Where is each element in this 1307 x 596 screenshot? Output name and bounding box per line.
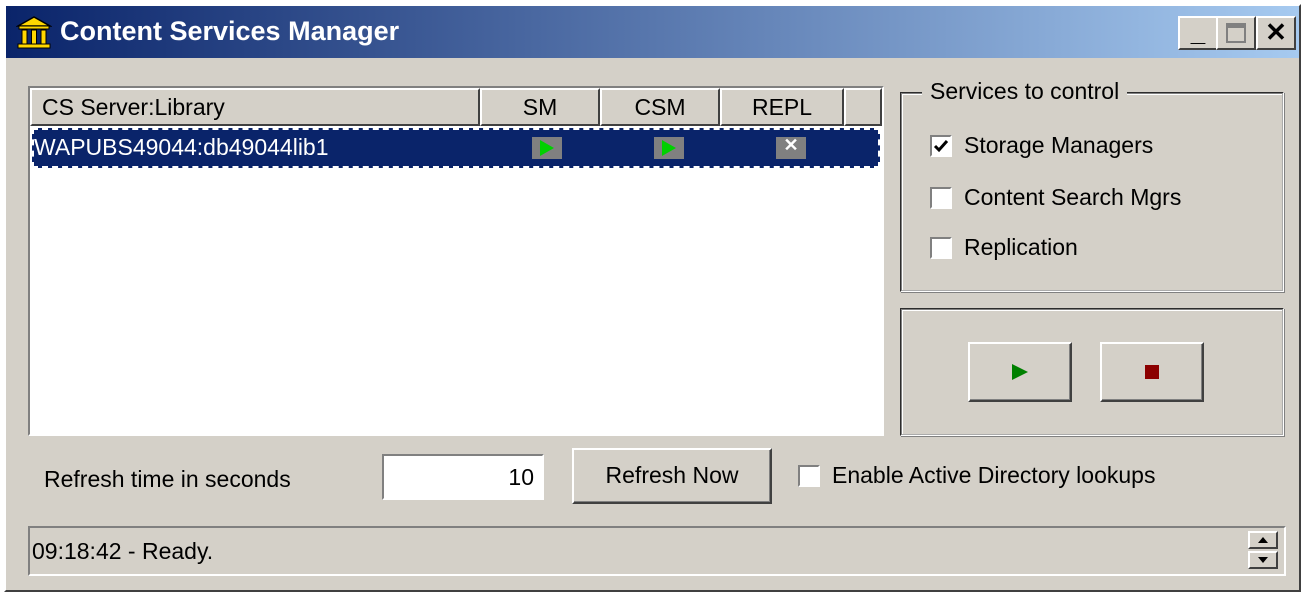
column-header-csm[interactable]: CSM [600, 88, 720, 126]
refresh-now-label: Refresh Now [605, 462, 739, 488]
services-group-title: Services to control [922, 78, 1128, 105]
replication-label: Replication [964, 234, 1078, 260]
status-text: 09:18:42 - Ready. [32, 538, 214, 564]
title-bar[interactable]: Content Services Manager _ ✕ [6, 6, 1299, 58]
close-icon: ✕ [1265, 17, 1287, 47]
active-directory-option[interactable]: Enable Active Directory lookups [798, 462, 1155, 489]
control-group [900, 308, 1284, 436]
play-icon [540, 140, 554, 156]
main-window: Content Services Manager _ ✕ CS Server:L… [4, 4, 1301, 592]
table-row[interactable]: WAPUBS49044:db49044lib1 ✕ [32, 128, 880, 168]
stop-icon [1145, 365, 1159, 379]
sm-status-cell [532, 137, 562, 159]
stop-button[interactable] [1100, 342, 1204, 402]
storage-managers-checkbox[interactable] [930, 134, 952, 157]
column-header-repl[interactable]: REPL [720, 88, 844, 126]
start-button[interactable] [968, 342, 1072, 402]
content-search-checkbox[interactable] [930, 186, 952, 209]
content-search-option[interactable]: Content Search Mgrs [930, 184, 1181, 211]
refresh-now-button[interactable]: Refresh Now [572, 448, 772, 504]
maximize-button[interactable] [1216, 16, 1256, 50]
server-list[interactable]: CS Server:Library SM CSM REPL WAPUBS4904… [28, 86, 884, 436]
repl-status-cell: ✕ [776, 135, 806, 159]
play-icon [1012, 364, 1028, 380]
server-library-name: WAPUBS49044:db49044lib1 [34, 134, 329, 160]
scroll-down-button[interactable] [1248, 551, 1278, 569]
replication-option[interactable]: Replication [930, 234, 1078, 261]
minimize-button[interactable]: _ [1178, 16, 1218, 50]
services-group: Services to control Storage Managers Con… [900, 78, 1284, 292]
close-button[interactable]: ✕ [1256, 16, 1296, 50]
maximize-icon [1226, 23, 1246, 43]
replication-checkbox[interactable] [930, 236, 952, 259]
active-directory-label: Enable Active Directory lookups [832, 462, 1156, 488]
window-title: Content Services Manager [60, 16, 400, 46]
storage-managers-label: Storage Managers [964, 132, 1154, 158]
column-header-empty[interactable] [844, 88, 882, 126]
list-header: CS Server:Library SM CSM REPL [30, 88, 882, 126]
scroll-up-button[interactable] [1248, 531, 1278, 549]
column-header-server[interactable]: CS Server:Library [30, 88, 480, 126]
refresh-time-input[interactable]: 10 [382, 454, 544, 500]
content-search-label: Content Search Mgrs [964, 184, 1182, 210]
checkmark-icon [933, 139, 949, 152]
active-directory-checkbox[interactable] [798, 464, 820, 487]
csm-status-cell [654, 137, 684, 159]
status-bar: 09:18:42 - Ready. [28, 526, 1286, 576]
column-header-sm[interactable]: SM [480, 88, 600, 126]
x-icon: ✕ [783, 135, 799, 155]
storage-managers-option[interactable]: Storage Managers [930, 132, 1153, 159]
minimize-icon: _ [1190, 17, 1206, 47]
arrow-down-icon [1258, 557, 1268, 563]
refresh-time-label: Refresh time in seconds [44, 466, 291, 492]
arrow-up-icon [1258, 537, 1268, 543]
library-icon [16, 16, 52, 49]
play-icon [662, 140, 676, 156]
